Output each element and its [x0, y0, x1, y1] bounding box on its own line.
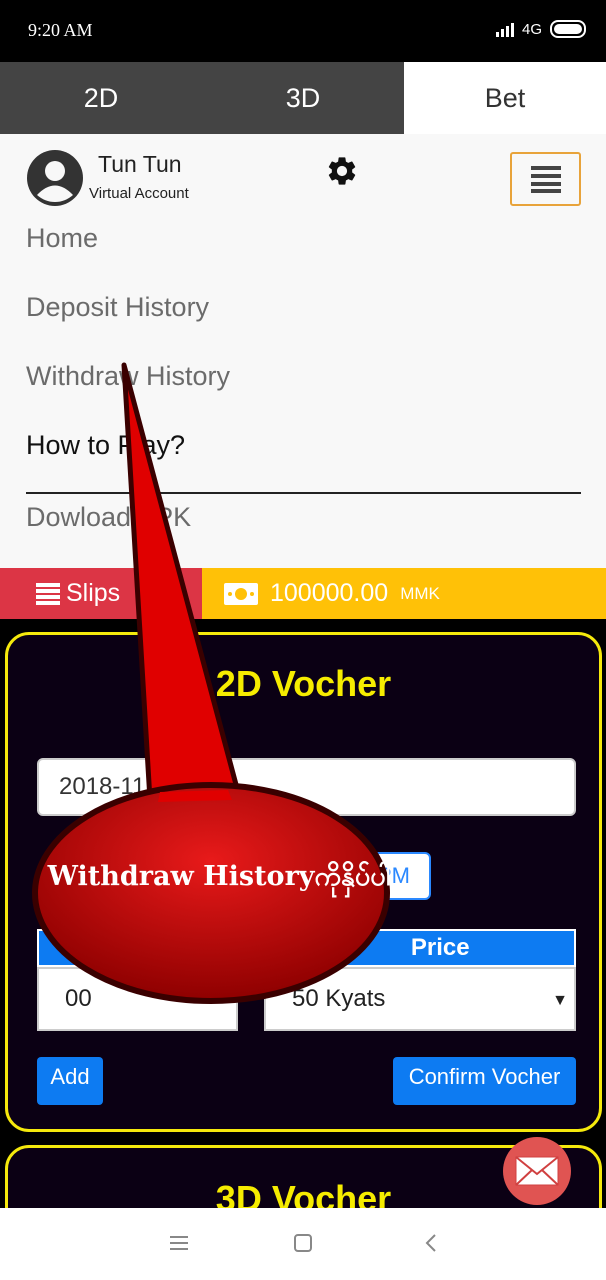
- slips-label: Slips: [66, 579, 121, 607]
- balance-amount: 100000.00: [270, 579, 389, 607]
- tab-2d[interactable]: 2D: [0, 62, 202, 134]
- menu-item-home[interactable]: Home: [26, 215, 581, 284]
- nav-menu: Home Deposit History Withdraw History Ho…: [26, 215, 581, 563]
- avatar[interactable]: [27, 150, 83, 206]
- status-bar: 9:20 AM 4G: [0, 0, 606, 62]
- mail-button[interactable]: [503, 1137, 571, 1205]
- vocher-2d-title: 2D Vocher: [215, 663, 392, 704]
- system-nav-bar: [0, 1208, 606, 1280]
- user-name: Tun Tun: [98, 151, 182, 177]
- price-value: 50 Kyats: [292, 985, 386, 1012]
- menu-icon: [530, 166, 561, 193]
- price-select[interactable]: 50 Kyats ▼: [264, 967, 576, 1031]
- hamburger-menu-button[interactable]: [510, 152, 581, 206]
- signal-icon: [495, 21, 514, 37]
- menu-item-download-apk[interactable]: Dowload APK: [26, 494, 581, 563]
- dropdown-caret-icon: ▼: [552, 992, 568, 1009]
- back-icon[interactable]: [424, 1230, 438, 1256]
- gear-icon[interactable]: [325, 154, 359, 188]
- money-icon: [224, 582, 258, 605]
- balance-currency: MMK: [400, 583, 440, 603]
- table-row: 00 50 Kyats ▼: [37, 967, 576, 1031]
- battery-icon: [550, 20, 586, 38]
- balance-display: 100000.00 MMK: [202, 568, 606, 619]
- confirm-vocher-button[interactable]: Confirm Vocher: [393, 1057, 576, 1105]
- menu-item-how-to-play[interactable]: How to Play?: [26, 422, 581, 494]
- main-tabs: 2D 3D Bet: [0, 62, 606, 134]
- add-button[interactable]: Add: [37, 1057, 103, 1105]
- row-divider: [238, 967, 264, 1031]
- menu-item-deposit-history[interactable]: Deposit History: [26, 284, 581, 353]
- network-type: 4G: [521, 20, 542, 38]
- mail-icon: [515, 1156, 559, 1186]
- number-input[interactable]: 00: [37, 967, 238, 1031]
- vocher-table-header: Number Price: [37, 929, 576, 967]
- list-icon: [36, 582, 60, 605]
- user-header: Tun Tun Virtual Account: [0, 134, 606, 222]
- slips-button[interactable]: Slips: [0, 568, 202, 619]
- status-time: 9:20 AM: [28, 20, 93, 40]
- tab-3d[interactable]: 3D: [202, 62, 404, 134]
- date-field[interactable]: 2018-11: [37, 758, 576, 816]
- column-header-price: Price: [410, 934, 470, 961]
- callout-text: Withdraw Historyကိုနှိပ်ပါ: [47, 861, 391, 892]
- account-type: Virtual Account: [89, 185, 189, 202]
- home-icon[interactable]: [294, 1230, 312, 1256]
- menu-item-withdraw-history[interactable]: Withdraw History: [26, 353, 581, 422]
- column-header-number: Number: [127, 934, 219, 961]
- tab-bet[interactable]: Bet: [404, 62, 606, 134]
- status-indicators: 4G: [495, 20, 586, 38]
- recent-apps-icon[interactable]: [170, 1230, 188, 1256]
- wallet-bar: Slips 100000.00 MMK: [0, 568, 606, 619]
